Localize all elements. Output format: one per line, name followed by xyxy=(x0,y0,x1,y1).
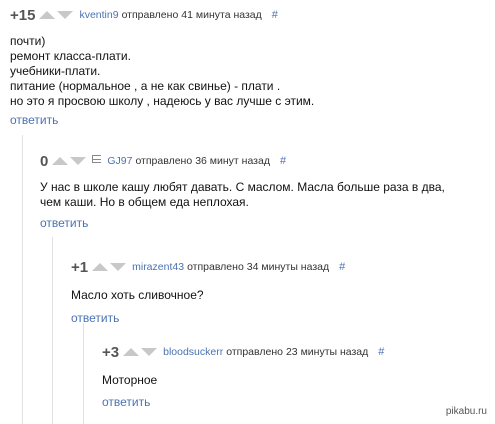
comment: +3 bloodsuckerr отправлено 23 минуты наз… xyxy=(102,343,492,411)
comment-permalink[interactable]: # xyxy=(272,9,278,21)
reply-link[interactable]: ответить xyxy=(102,395,150,409)
comment-permalink[interactable]: # xyxy=(339,261,345,273)
thread-line xyxy=(22,135,23,424)
vote-controls xyxy=(39,11,74,19)
comment-sent-label: отправлено xyxy=(121,9,179,21)
comment-line: питание (нормальное , а не как свинье) -… xyxy=(10,79,281,93)
comment-sent-label: отправлено xyxy=(187,261,244,273)
comment-line: У нас в школе кашу любят давать. С масло… xyxy=(40,180,445,194)
comment-body: почти) ремонт класса-плати. учебники-пла… xyxy=(10,34,480,109)
comment-sent-label: отправлено xyxy=(135,155,193,167)
comment-permalink[interactable]: # xyxy=(280,155,286,167)
comment-header: +1 mirazent43 отправлено 34 минуты назад… xyxy=(71,258,491,276)
comment-author[interactable]: bloodsuckerr xyxy=(163,346,223,358)
upvote-icon[interactable] xyxy=(123,348,140,356)
comment-author[interactable]: mirazent43 xyxy=(132,261,184,273)
vote-controls xyxy=(52,157,87,165)
comment-time: 41 минута назад xyxy=(181,9,262,21)
comment-line: ремонт класса-плати. xyxy=(10,49,131,63)
comment-line: чем каши. Но в общем еда неплохая. xyxy=(40,195,249,209)
comment-body: Масло хоть сливочное? xyxy=(71,288,491,303)
comment-time: 36 минут назад xyxy=(195,155,270,167)
downvote-icon[interactable] xyxy=(70,157,87,165)
vote-controls xyxy=(123,348,158,356)
comment-line: почти) xyxy=(10,34,46,48)
comment: 0 GJ97 отправлено 36 минут назад # У нас… xyxy=(40,152,490,232)
comment-line: учебники-плати. xyxy=(10,64,101,78)
comment-header: +15 kventin9 отправлено 41 минута назад … xyxy=(10,6,480,24)
downvote-icon[interactable] xyxy=(141,348,158,356)
comment-sent-label: отправлено xyxy=(226,346,283,358)
comment-time: 34 минуты назад xyxy=(246,261,330,273)
comment: +15 kventin9 отправлено 41 минута назад … xyxy=(10,6,480,129)
comment-header: +3 bloodsuckerr отправлено 23 минуты наз… xyxy=(102,343,492,361)
vote-controls xyxy=(92,263,127,271)
thread-line xyxy=(83,323,84,424)
comment-rating: +3 xyxy=(102,343,120,361)
comment-header: 0 GJ97 отправлено 36 минут назад # xyxy=(40,152,490,170)
comment-line: но это я просвою школу , надеюсь у вас л… xyxy=(10,94,315,108)
reply-link[interactable]: ответить xyxy=(10,113,58,127)
comment-time: 23 минуты назад xyxy=(285,346,369,358)
reply-link[interactable]: ответить xyxy=(71,311,119,325)
reply-link[interactable]: ответить xyxy=(40,216,88,230)
comment-line: Моторное xyxy=(102,373,158,387)
parent-comment-icon[interactable] xyxy=(92,155,102,163)
comment-rating: +1 xyxy=(71,258,89,276)
downvote-icon[interactable] xyxy=(57,11,74,19)
thread-line xyxy=(52,237,53,424)
comment-line: Масло хоть сливочное? xyxy=(71,288,204,302)
comment-body: Моторное xyxy=(102,373,492,388)
comment-author[interactable]: kventin9 xyxy=(79,9,118,21)
upvote-icon[interactable] xyxy=(39,11,56,19)
comment-body: У нас в школе кашу любят давать. С масло… xyxy=(40,180,490,210)
upvote-icon[interactable] xyxy=(52,157,69,165)
downvote-icon[interactable] xyxy=(110,263,127,271)
site-watermark: pikabu.ru xyxy=(445,406,487,417)
comment-rating: +15 xyxy=(10,6,36,24)
upvote-icon[interactable] xyxy=(92,263,109,271)
comment-author[interactable]: GJ97 xyxy=(107,155,132,167)
comment: +1 mirazent43 отправлено 34 минуты назад… xyxy=(71,258,491,327)
comment-rating: 0 xyxy=(40,152,49,170)
comment-permalink[interactable]: # xyxy=(378,346,384,358)
